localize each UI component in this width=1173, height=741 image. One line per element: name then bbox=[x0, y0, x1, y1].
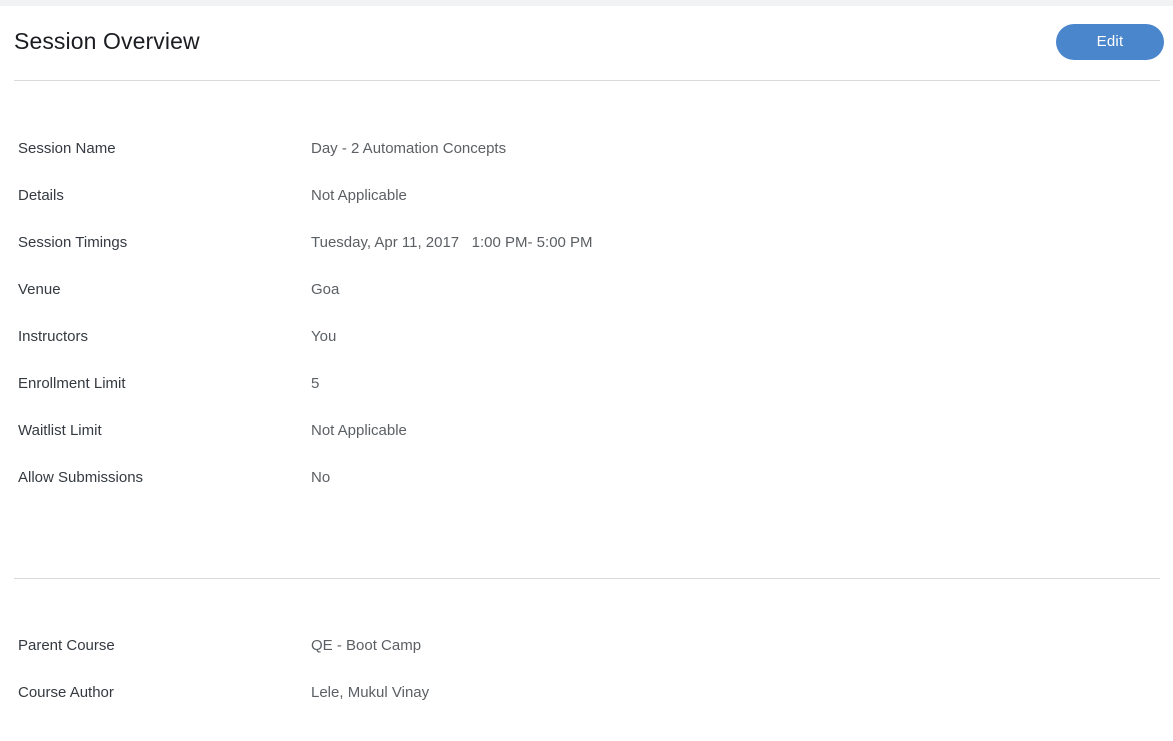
detail-label: Details bbox=[18, 187, 64, 204]
detail-label: Allow Submissions bbox=[18, 469, 144, 486]
session-overview-page: Session Overview Edit Session Name Day -… bbox=[0, 6, 1173, 741]
edit-button[interactable]: Edit bbox=[1056, 24, 1164, 60]
course-details-section: Parent Course QE - Boot Camp Course Auth… bbox=[0, 636, 1173, 730]
detail-label: Session Timings bbox=[18, 234, 128, 251]
detail-row-allow-submissions: Allow Submissions No bbox=[0, 468, 1173, 515]
detail-label: Instructors bbox=[18, 328, 89, 345]
detail-row-parent-course: Parent Course QE - Boot Camp bbox=[0, 636, 1173, 683]
detail-value: Day - 2 Automation Concepts bbox=[311, 140, 507, 157]
detail-row-waitlist-limit: Waitlist Limit Not Applicable bbox=[0, 421, 1173, 468]
detail-label: Session Name bbox=[18, 140, 116, 157]
detail-row-course-author: Course Author Lele, Mukul Vinay bbox=[0, 683, 1173, 730]
detail-value: You bbox=[311, 328, 337, 345]
detail-row-instructors: Instructors You bbox=[0, 327, 1173, 374]
header-divider bbox=[14, 80, 1160, 81]
detail-row-enrollment-limit: Enrollment Limit 5 bbox=[0, 374, 1173, 421]
detail-value: 5 bbox=[311, 375, 320, 392]
detail-label: Enrollment Limit bbox=[18, 375, 126, 392]
section-divider bbox=[14, 578, 1160, 579]
detail-value: Tuesday, Apr 11, 2017 1:00 PM- 5:00 PM bbox=[311, 234, 593, 251]
detail-value: Goa bbox=[311, 281, 340, 298]
detail-label: Course Author bbox=[18, 684, 114, 701]
detail-label: Parent Course bbox=[18, 637, 115, 654]
detail-row-details: Details Not Applicable bbox=[0, 186, 1173, 233]
detail-value: Lele, Mukul Vinay bbox=[311, 684, 430, 701]
detail-row-venue: Venue Goa bbox=[0, 280, 1173, 327]
detail-value: Not Applicable bbox=[311, 422, 407, 439]
page-header: Session Overview Edit bbox=[0, 6, 1173, 80]
detail-label: Venue bbox=[18, 281, 61, 298]
detail-value: QE - Boot Camp bbox=[311, 637, 422, 654]
detail-label: Waitlist Limit bbox=[18, 422, 102, 439]
detail-value: No bbox=[311, 469, 331, 486]
detail-row-session-timings: Session Timings Tuesday, Apr 11, 2017 1:… bbox=[0, 233, 1173, 280]
detail-value: Not Applicable bbox=[311, 187, 407, 204]
detail-row-session-name: Session Name Day - 2 Automation Concepts bbox=[0, 139, 1173, 186]
session-details-section: Session Name Day - 2 Automation Concepts… bbox=[0, 139, 1173, 515]
page-title: Session Overview bbox=[14, 28, 200, 54]
